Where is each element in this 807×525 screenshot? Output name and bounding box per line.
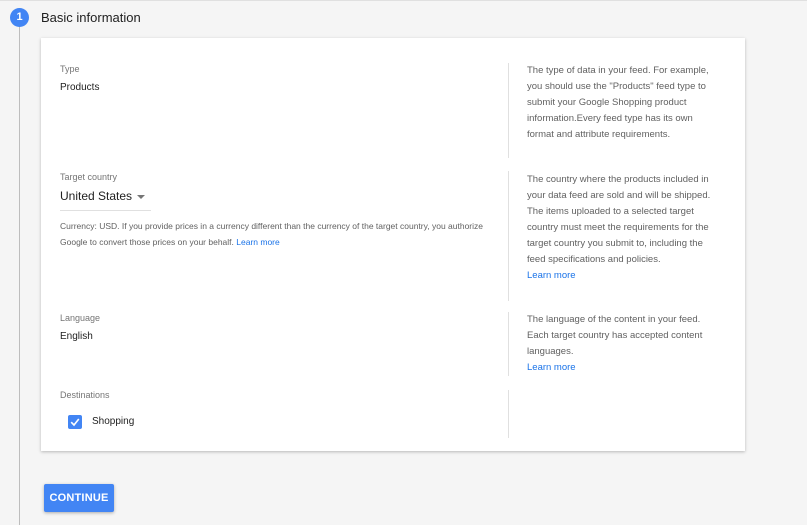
target-country-select[interactable]: United States bbox=[60, 188, 151, 211]
shopping-checkbox[interactable] bbox=[68, 415, 82, 429]
target-country-value: United States bbox=[60, 189, 133, 203]
step-number-badge: 1 bbox=[10, 8, 29, 27]
country-help: The country where the products included … bbox=[527, 172, 717, 284]
step-title: Basic information bbox=[41, 10, 141, 25]
target-country-label: Target country bbox=[60, 172, 118, 182]
currency-learn-more-link[interactable]: Learn more bbox=[236, 237, 279, 247]
language-value: English bbox=[60, 331, 93, 342]
type-value: Products bbox=[60, 82, 100, 93]
type-label: Type bbox=[60, 64, 80, 74]
basic-info-card: Type Products The type of data in your f… bbox=[41, 38, 745, 451]
stepper-line bbox=[19, 26, 20, 525]
currency-note: Currency: USD. If you provide prices in … bbox=[60, 218, 490, 250]
destinations-label: Destinations bbox=[60, 390, 110, 400]
type-help-text: The type of data in your feed. For examp… bbox=[527, 65, 709, 140]
shopping-checkbox-label[interactable]: Shopping bbox=[92, 416, 134, 427]
language-help-text: The language of the content in your feed… bbox=[527, 314, 703, 357]
language-help: The language of the content in your feed… bbox=[527, 312, 717, 376]
help-divider bbox=[508, 312, 509, 376]
language-label: Language bbox=[60, 313, 101, 323]
dropdown-arrow-icon bbox=[137, 195, 145, 199]
help-divider bbox=[508, 63, 509, 158]
country-help-text: The country where the products included … bbox=[527, 174, 711, 265]
help-divider bbox=[508, 390, 509, 438]
checkmark-icon bbox=[70, 418, 80, 427]
continue-button[interactable]: CONTINUE bbox=[44, 484, 114, 512]
help-divider bbox=[508, 171, 509, 301]
top-divider bbox=[0, 0, 807, 1]
country-learn-more-link[interactable]: Learn more bbox=[527, 268, 717, 284]
language-learn-more-link[interactable]: Learn more bbox=[527, 360, 717, 376]
